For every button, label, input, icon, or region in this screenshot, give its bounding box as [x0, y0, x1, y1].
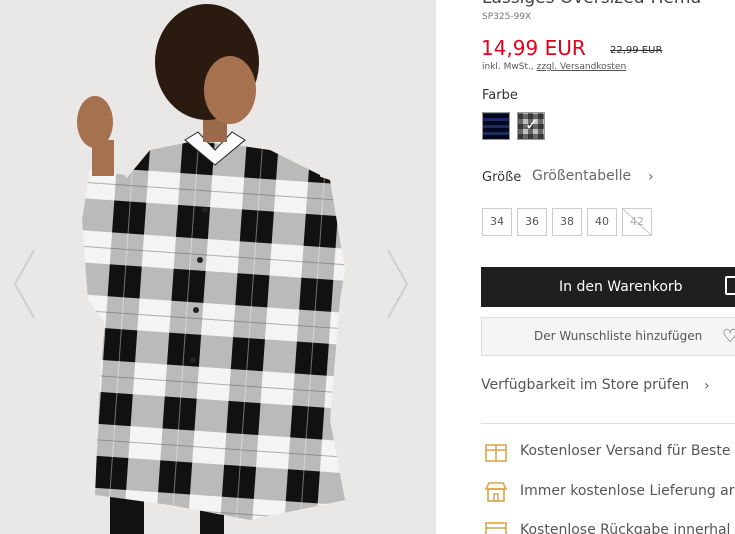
store-icon	[484, 482, 508, 502]
color-swatch-navy[interactable]	[482, 112, 510, 140]
divider	[481, 423, 735, 424]
size-option-36[interactable]: 36	[517, 208, 547, 236]
product-info-panel: Lässiges Oversized-Hemd SP325-99X 14,99 …	[436, 0, 735, 534]
check-icon: ✓	[525, 115, 539, 134]
chevron-left-icon[interactable]	[12, 248, 38, 320]
size-option-40[interactable]: 40	[587, 208, 617, 236]
size-chart-link[interactable]: Größentabelle	[532, 168, 631, 184]
shipping-cost-link[interactable]: zzgl. Versandkosten	[537, 62, 627, 72]
chevron-right-icon: ›	[648, 169, 654, 185]
size-label: Größe	[482, 170, 522, 185]
tax-text: inkl. MwSt.,	[482, 62, 537, 72]
model-photo	[77, 4, 345, 534]
size-option-42-unavailable[interactable]: 42	[622, 208, 652, 236]
add-to-wishlist-button[interactable]: Der Wunschliste hinzufügen ♡	[481, 317, 735, 356]
product-sku: SP325-99X	[482, 12, 532, 22]
feature-text: Kostenloser Versand für Beste	[520, 443, 731, 459]
add-to-wishlist-label: Der Wunschliste hinzufügen	[534, 329, 703, 343]
old-price: 22,99 EUR	[610, 45, 663, 56]
feature-text: Kostenlose Rückgabe innerhal	[520, 522, 731, 534]
shopping-bag-icon	[725, 276, 735, 295]
product-title: Lässiges Oversized-Hemd	[482, 0, 701, 8]
chevron-right-icon[interactable]	[384, 248, 410, 320]
tax-note: inkl. MwSt., zzgl. Versandkosten	[482, 62, 626, 72]
size-option-38[interactable]: 38	[552, 208, 582, 236]
current-price: 14,99 EUR	[481, 36, 586, 60]
add-to-cart-label: In den Warenkorb	[559, 279, 683, 295]
size-option-34[interactable]: 34	[482, 208, 512, 236]
product-image[interactable]	[0, 0, 436, 534]
feature-text: Immer kostenlose Lieferung ar	[520, 483, 735, 499]
calendar-icon	[485, 522, 507, 534]
chevron-right-icon: ›	[704, 378, 710, 394]
store-availability-link[interactable]: Verfügbarkeit im Store prüfen	[481, 377, 689, 393]
heart-icon: ♡	[722, 326, 735, 347]
color-label: Farbe	[482, 88, 518, 103]
box-icon	[485, 444, 507, 462]
color-swatch-grey-selected[interactable]: ✓	[517, 112, 545, 140]
add-to-cart-button[interactable]: In den Warenkorb	[481, 267, 735, 307]
